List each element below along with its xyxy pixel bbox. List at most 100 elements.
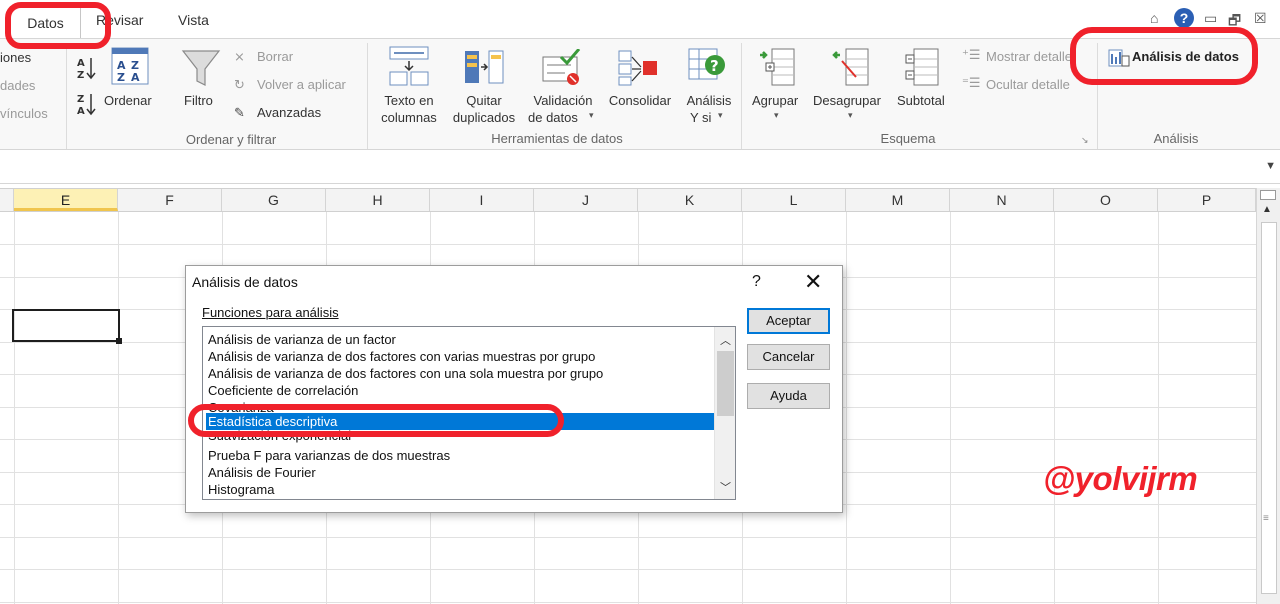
clear-filter-button[interactable]: Borrar bbox=[257, 49, 293, 64]
filter-funnel-icon[interactable] bbox=[180, 47, 222, 89]
list-scrollbar-thumb[interactable] bbox=[717, 351, 734, 416]
ribbon-collapse-icon[interactable]: ⌂ bbox=[1150, 10, 1158, 26]
column-header-o[interactable]: O bbox=[1054, 189, 1158, 211]
ribbon-partial-item-2[interactable]: dades bbox=[0, 78, 35, 93]
cancel-button[interactable]: Cancelar bbox=[747, 344, 830, 370]
formula-bar[interactable]: ▼ bbox=[0, 150, 1280, 184]
svg-text:Z: Z bbox=[77, 70, 84, 81]
data-validation-label-1[interactable]: Validación bbox=[525, 93, 601, 108]
remove-duplicates-label-2[interactable]: duplicados bbox=[446, 110, 522, 125]
group-icon[interactable] bbox=[758, 47, 798, 87]
list-item[interactable]: Coeficiente de correlación bbox=[206, 382, 714, 399]
dialog-close-icon[interactable]: ✕ bbox=[804, 269, 822, 295]
accept-button[interactable]: Aceptar bbox=[747, 308, 830, 334]
svg-text:Z: Z bbox=[77, 94, 84, 105]
show-detail-icon: ⁺☰ bbox=[962, 47, 981, 62]
advanced-filter-button[interactable]: Avanzadas bbox=[257, 105, 321, 120]
text-to-columns-label-2[interactable]: columnas bbox=[373, 110, 445, 125]
group-dropdown-icon[interactable]: ▾ bbox=[774, 110, 779, 121]
ungroup-icon[interactable] bbox=[832, 47, 872, 87]
outline-settings-launcher-icon[interactable]: ↘ bbox=[1081, 135, 1089, 146]
svg-text:A: A bbox=[77, 106, 85, 117]
remove-duplicates-label-1[interactable]: Quitar bbox=[446, 93, 522, 108]
scroll-up-arrow-icon[interactable]: ▲ bbox=[1262, 204, 1272, 215]
reapply-filter-button[interactable]: Volver a aplicar bbox=[257, 77, 346, 92]
fill-handle[interactable] bbox=[116, 338, 122, 344]
column-header-h[interactable]: H bbox=[326, 189, 430, 211]
group-label-sort-filter: Ordenar y filtrar bbox=[185, 132, 277, 147]
column-header-m[interactable]: M bbox=[846, 189, 950, 211]
ungroup-button[interactable]: Desagrupar bbox=[813, 93, 881, 108]
column-header-partial[interactable] bbox=[0, 189, 14, 211]
help-icon[interactable]: ? bbox=[1174, 8, 1194, 28]
column-header-l[interactable]: L bbox=[742, 189, 846, 211]
tab-vista[interactable]: Vista bbox=[178, 12, 209, 28]
dialog-title: Análisis de datos bbox=[192, 274, 298, 290]
column-header-i[interactable]: I bbox=[430, 189, 534, 211]
show-detail-button[interactable]: Mostrar detalle bbox=[986, 49, 1072, 64]
svg-text:?: ? bbox=[710, 57, 719, 75]
hide-detail-icon: ⁼☰ bbox=[962, 75, 981, 90]
data-validation-icon[interactable] bbox=[541, 49, 583, 87]
hide-detail-button[interactable]: Ocultar detalle bbox=[986, 77, 1070, 92]
annotation-ring-data-analysis bbox=[1070, 27, 1258, 85]
list-scroll-up-icon[interactable]: ︿ bbox=[720, 332, 731, 348]
dialog-help-icon[interactable]: ? bbox=[752, 273, 761, 291]
what-if-analysis-label-1[interactable]: Análisis bbox=[678, 93, 740, 108]
list-item[interactable]: Análisis de varianza de dos factores con… bbox=[206, 348, 714, 365]
subtotal-icon[interactable] bbox=[902, 47, 942, 87]
consolidate-icon[interactable] bbox=[617, 49, 659, 87]
sort-az-icon[interactable]: A Z bbox=[76, 55, 98, 81]
active-cell[interactable] bbox=[12, 309, 120, 342]
list-scrollbar[interactable]: ︿ ﹀ bbox=[714, 327, 735, 499]
list-item[interactable]: Análisis de varianza de un factor bbox=[206, 331, 714, 348]
help-button[interactable]: Ayuda bbox=[747, 383, 830, 409]
column-header-n[interactable]: N bbox=[950, 189, 1054, 211]
group-label-analysis: Análisis bbox=[1153, 131, 1199, 146]
list-scroll-down-icon[interactable]: ﹀ bbox=[720, 479, 731, 495]
text-to-columns-icon[interactable] bbox=[388, 45, 430, 87]
ribbon-partial-item-3[interactable]: vínculos bbox=[0, 106, 48, 121]
formula-bar-expand-icon[interactable]: ▼ bbox=[1265, 160, 1276, 172]
advanced-filter-icon: ✎ bbox=[234, 105, 245, 120]
sort-dialog-icon[interactable]: A Z Z A bbox=[111, 47, 149, 85]
what-if-dropdown-icon[interactable]: ▾ bbox=[718, 110, 723, 121]
list-item[interactable]: Análisis de varianza de dos factores con… bbox=[206, 365, 714, 382]
ungroup-dropdown-icon[interactable]: ▾ bbox=[848, 110, 853, 121]
close-window-icon[interactable]: ☒ bbox=[1254, 10, 1267, 27]
list-item[interactable]: Histograma bbox=[206, 481, 714, 498]
functions-label: Funciones para análisis bbox=[202, 305, 339, 320]
group-label-data-tools: Herramientas de datos bbox=[491, 131, 623, 146]
watermark-handle: @yolvijrm bbox=[1043, 460, 1198, 497]
split-box-icon[interactable] bbox=[1260, 190, 1276, 200]
list-item[interactable]: Análisis de Fourier bbox=[206, 464, 714, 481]
annotation-ring-descriptive-statistics bbox=[188, 404, 564, 437]
list-item[interactable]: Prueba F para varianzas de dos muestras bbox=[206, 447, 714, 464]
column-header-g[interactable]: G bbox=[222, 189, 326, 211]
what-if-analysis-icon[interactable]: ? bbox=[687, 45, 729, 87]
group-label-outline: Esquema bbox=[880, 131, 936, 146]
scrollbar-thumb[interactable] bbox=[1261, 222, 1277, 594]
column-header-e[interactable]: E bbox=[14, 189, 118, 211]
data-validation-label-2[interactable]: de datos bbox=[528, 110, 578, 125]
svg-text:A: A bbox=[131, 71, 140, 84]
column-header-f[interactable]: F bbox=[118, 189, 222, 211]
vertical-scrollbar[interactable]: ▲ ≡ bbox=[1256, 188, 1280, 604]
ribbon-partial-item-1[interactable]: iones bbox=[0, 50, 31, 65]
text-to-columns-label-1[interactable]: Texto en bbox=[373, 93, 445, 108]
column-header-k[interactable]: K bbox=[638, 189, 742, 211]
what-if-analysis-label-2[interactable]: Y si bbox=[690, 110, 711, 125]
filter-button[interactable]: Filtro bbox=[184, 93, 213, 108]
minimize-icon[interactable]: ▭ bbox=[1204, 10, 1217, 27]
sort-za-icon[interactable]: Z A bbox=[76, 91, 98, 117]
data-validation-dropdown-icon[interactable]: ▾ bbox=[589, 110, 594, 121]
consolidate-button[interactable]: Consolidar bbox=[602, 93, 678, 108]
group-button[interactable]: Agrupar bbox=[752, 93, 798, 108]
reapply-filter-icon: ↻ bbox=[234, 77, 245, 92]
svg-text:Z: Z bbox=[117, 71, 125, 84]
column-header-p[interactable]: P bbox=[1158, 189, 1256, 211]
column-header-j[interactable]: J bbox=[534, 189, 638, 211]
remove-duplicates-icon[interactable] bbox=[463, 49, 505, 87]
sort-button[interactable]: Ordenar bbox=[104, 93, 152, 108]
subtotal-button[interactable]: Subtotal bbox=[897, 93, 945, 108]
